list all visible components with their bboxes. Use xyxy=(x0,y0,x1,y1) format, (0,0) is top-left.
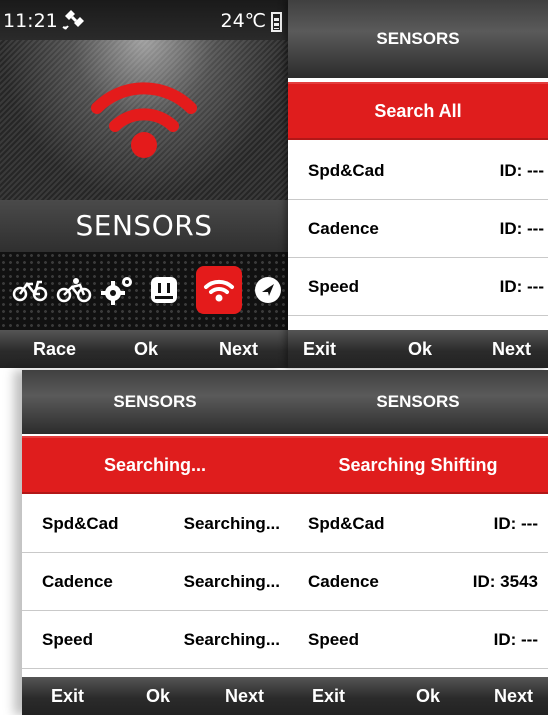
sensor-name: Cadence xyxy=(308,219,379,238)
status-bar: 11:21 24℃ xyxy=(0,0,288,40)
sensor-status: Searching... xyxy=(183,514,280,533)
softkey-bar: Exit Ok Next xyxy=(288,330,548,368)
gears-icon[interactable] xyxy=(96,268,140,312)
device-icon[interactable] xyxy=(142,268,186,312)
wifi-icon[interactable] xyxy=(196,266,242,314)
ok-button[interactable]: Ok xyxy=(146,686,170,707)
battery-icon xyxy=(271,12,282,32)
searching-shifting-screen: SENSORS Searching Shifting Spd&Cad ID: -… xyxy=(288,370,548,715)
sensor-row-spdcad[interactable]: Spd&Cad ID: --- xyxy=(288,143,548,200)
sensor-name: Speed xyxy=(42,630,94,649)
searching-status-bar[interactable]: Searching... xyxy=(22,436,288,494)
sensor-row-cadence[interactable]: Cadence ID: --- xyxy=(288,201,548,258)
sensor-row-speed[interactable]: Speed Searching... xyxy=(22,612,288,669)
page-title: SENSORS xyxy=(288,0,548,78)
page-title: SENSORS xyxy=(288,370,548,434)
search-all-button[interactable]: Search All xyxy=(288,82,548,140)
sensor-id: ID: --- xyxy=(499,277,544,296)
sensor-name: Spd&Cad xyxy=(308,514,385,533)
clock: 11:21 xyxy=(3,10,58,32)
ok-button[interactable]: Ok xyxy=(416,686,440,707)
sensor-id: ID: --- xyxy=(499,219,544,238)
softkey-bar: Race Ok Next xyxy=(0,330,288,368)
wifi-icon xyxy=(91,82,197,158)
searching-screen: SENSORS Searching... Spd&Cad Searching..… xyxy=(22,370,288,715)
menu-icon-bar xyxy=(0,252,288,330)
sensor-name: Speed xyxy=(308,630,360,649)
sensor-row-cadence[interactable]: Cadence Searching... xyxy=(22,554,288,611)
page-title: SENSORS xyxy=(22,370,288,434)
ok-button[interactable]: Ok xyxy=(408,339,432,360)
sensor-status: Searching... xyxy=(183,572,280,591)
next-button[interactable]: Next xyxy=(219,339,258,360)
exit-button[interactable]: Exit xyxy=(312,686,345,707)
race-button[interactable]: Race xyxy=(33,339,76,360)
next-button[interactable]: Next xyxy=(494,686,533,707)
next-button[interactable]: Next xyxy=(492,339,531,360)
ok-button[interactable]: Ok xyxy=(134,339,158,360)
sensor-row-spdcad[interactable]: Spd&Cad Searching... xyxy=(22,496,288,553)
navigation-icon[interactable] xyxy=(246,268,288,312)
satellite-icon xyxy=(62,7,84,36)
sensor-id: ID: 3543 xyxy=(472,572,538,591)
sensor-row-cadence[interactable]: Cadence ID: 3543 xyxy=(288,554,548,611)
softkey-bar: Exit Ok Next xyxy=(288,677,548,715)
softkey-bar: Exit Ok Next xyxy=(22,677,288,715)
exit-button[interactable]: Exit xyxy=(303,339,336,360)
sensor-name: Spd&Cad xyxy=(42,514,119,533)
sensor-row-spdcad[interactable]: Spd&Cad ID: --- xyxy=(288,496,548,553)
sensor-id: ID: --- xyxy=(499,161,544,180)
main-menu-screen: 11:21 24℃ SENSORS Race Ok Next xyxy=(0,0,288,368)
sensor-row-speed[interactable]: Speed ID: --- xyxy=(288,259,548,316)
temperature: 24℃ xyxy=(220,10,266,32)
sensor-id: ID: --- xyxy=(493,514,538,533)
sensor-name: Cadence xyxy=(308,572,379,591)
bike-icon[interactable] xyxy=(8,268,52,312)
sensor-name: Speed xyxy=(308,277,360,296)
sensor-name: Spd&Cad xyxy=(308,161,385,180)
hero-panel xyxy=(0,40,288,200)
sensor-row-speed[interactable]: Speed ID: --- xyxy=(288,612,548,669)
road-bike-icon[interactable] xyxy=(52,268,96,312)
searching-shifting-bar[interactable]: Searching Shifting xyxy=(288,436,548,494)
sensor-status: Searching... xyxy=(183,630,280,649)
page-title: SENSORS xyxy=(0,200,288,252)
sensor-name: Cadence xyxy=(42,572,113,591)
exit-button[interactable]: Exit xyxy=(51,686,84,707)
sensors-list-screen: SENSORS Search All Spd&Cad ID: --- Caden… xyxy=(288,0,548,368)
next-button[interactable]: Next xyxy=(225,686,264,707)
sensor-id: ID: --- xyxy=(493,630,538,649)
